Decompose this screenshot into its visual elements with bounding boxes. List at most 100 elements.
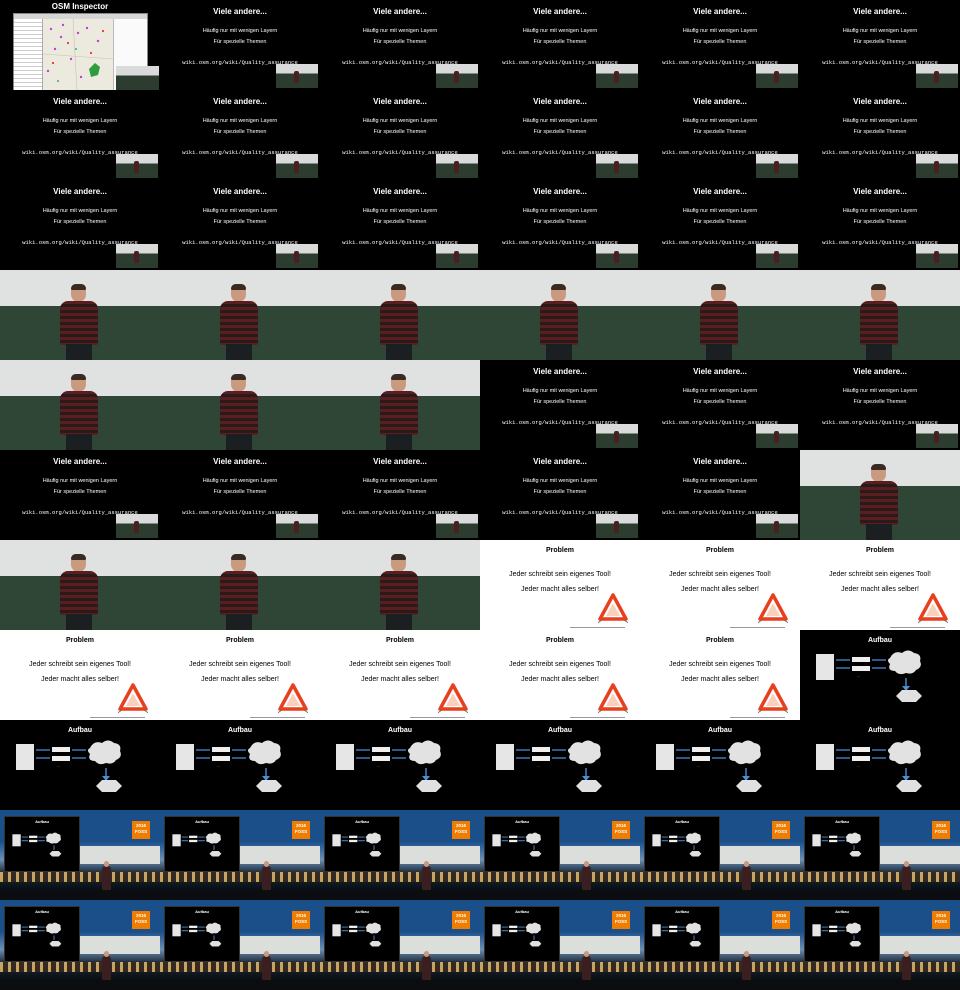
slide-text-line: Häufig nur mit wenigen Layern (842, 28, 918, 34)
thumbnail-speaker-camera[interactable] (160, 540, 320, 630)
thumbnail-viele-andere[interactable]: Viele andere... Häufig nur mit wenigen L… (160, 450, 320, 540)
speaker-video-inset (436, 154, 478, 178)
thumbnail-speaker-camera[interactable] (640, 270, 800, 360)
thumbnail-viele-andere[interactable]: Viele andere... Häufig nur mit wenigen L… (640, 90, 800, 180)
thumbnail-viele-andere[interactable]: Viele andere... Häufig nur mit wenigen L… (480, 90, 640, 180)
thumbnail-venue-stage[interactable]: Aufbau 2016 FOSS (800, 900, 960, 990)
thumbnail-viele-andere[interactable]: Viele andere... Häufig nur mit wenigen L… (320, 0, 480, 90)
slide-text-line: Für spezielle Themen (533, 219, 587, 225)
thumbnail-speaker-camera[interactable] (0, 540, 160, 630)
projected-slide: Aufbau (804, 906, 880, 962)
speaker (262, 861, 271, 890)
thumbnail-viele-andere[interactable]: Viele andere... Häufig nur mit wenigen L… (480, 360, 640, 450)
speaker-video-inset (596, 424, 638, 448)
speaker (102, 861, 111, 890)
slide-text-line: Für spezielle Themen (853, 399, 907, 405)
slide-text-line: Häufig nur mit wenigen Layern (682, 208, 758, 214)
thumbnail-viele-andere[interactable]: Viele andere... Häufig nur mit wenigen L… (640, 0, 800, 90)
fossgis-logo: 2016 FOSS (292, 821, 310, 839)
thumbnail-venue-stage[interactable]: Aufbau 2016 FOSS (640, 900, 800, 990)
slide-text-line: Für spezielle Themen (853, 129, 907, 135)
thumbnail-viele-andere[interactable]: Viele andere... Häufig nur mit wenigen L… (160, 0, 320, 90)
speaker-video-inset (116, 514, 158, 538)
thumbnail-venue-stage[interactable]: Aufbau 2016 FOSS (0, 900, 160, 990)
thumbnail-problem[interactable]: Problem Jeder schreibt sein eigenes Tool… (0, 630, 160, 720)
thumbnail-viele-andere[interactable]: Viele andere... Häufig nur mit wenigen L… (800, 360, 960, 450)
thumbnail-viele-andere[interactable]: Viele andere... Häufig nur mit wenigen L… (480, 180, 640, 270)
speaker-video-inset (276, 64, 318, 88)
slide-text-line: Für spezielle Themen (213, 219, 267, 225)
thumbnail-venue-stage[interactable]: Aufbau 2016 FOSS (800, 810, 960, 900)
thumbnail-viele-andere[interactable]: Viele andere... Häufig nur mit wenigen L… (800, 180, 960, 270)
thumbnail-aufbau[interactable]: Aufbau ... (480, 720, 640, 810)
speaker (858, 284, 900, 360)
thumbnail-problem[interactable]: Problem Jeder schreibt sein eigenes Tool… (640, 540, 800, 630)
thumbnail-viele-andere[interactable]: Viele andere... Häufig nur mit wenigen L… (800, 90, 960, 180)
speaker-video-inset (756, 244, 798, 268)
thumbnail-speaker-camera[interactable] (480, 270, 640, 360)
thumbnail-speaker-camera[interactable] (320, 540, 480, 630)
slide-text-line: Für spezielle Themen (53, 489, 107, 495)
thumbnail-venue-stage[interactable]: Aufbau 2016 FOSS (160, 900, 320, 990)
thumbnail-speaker-camera[interactable] (160, 270, 320, 360)
thumbnail-problem[interactable]: Problem Jeder schreibt sein eigenes Tool… (480, 630, 640, 720)
slide-text-line: Häufig nur mit wenigen Layern (842, 208, 918, 214)
thumbnail-venue-stage[interactable]: Aufbau 2016 FOSS (320, 900, 480, 990)
thumbnail-viele-andere[interactable]: Viele andere... Häufig nur mit wenigen L… (800, 0, 960, 90)
slide-title: Viele andere... (693, 187, 747, 196)
thumbnail-viele-andere[interactable]: Viele andere... Häufig nur mit wenigen L… (0, 90, 160, 180)
thumbnail-viele-andere[interactable]: Viele andere... Häufig nur mit wenigen L… (480, 450, 640, 540)
thumbnail-viele-andere[interactable]: Viele andere... Häufig nur mit wenigen L… (320, 90, 480, 180)
thumbnail-speaker-camera[interactable] (800, 450, 960, 540)
thumbnail-viele-andere[interactable]: Viele andere... Häufig nur mit wenigen L… (640, 450, 800, 540)
thumbnail-problem[interactable]: Problem Jeder schreibt sein eigenes Tool… (320, 630, 480, 720)
slide-text-line: Häufig nur mit wenigen Layern (362, 208, 438, 214)
thumbnail-problem[interactable]: Problem Jeder schreibt sein eigenes Tool… (640, 630, 800, 720)
thumbnail-speaker-camera[interactable] (160, 360, 320, 450)
thumbnail-aufbau[interactable]: Aufbau ... (320, 720, 480, 810)
thumbnail-viele-andere[interactable]: Viele andere... Häufig nur mit wenigen L… (320, 180, 480, 270)
thumbnail-venue-stage[interactable]: Aufbau 2016 FOSS (320, 810, 480, 900)
speaker-video-inset (436, 514, 478, 538)
fossgis-logo: 2016 FOSS (772, 821, 790, 839)
thumbnail-aufbau[interactable]: Aufbau ... (800, 630, 960, 720)
thumbnail-venue-stage[interactable]: Aufbau 2016 FOSS (480, 810, 640, 900)
thumbnail-venue-stage[interactable]: Aufbau 2016 FOSS (0, 810, 160, 900)
thumbnail-problem[interactable]: Problem Jeder schreibt sein eigenes Tool… (480, 540, 640, 630)
slide-text-line: Häufig nur mit wenigen Layern (682, 118, 758, 124)
thumbnail-problem[interactable]: Problem Jeder schreibt sein eigenes Tool… (800, 540, 960, 630)
thumbnail-aufbau[interactable]: Aufbau ... (0, 720, 160, 810)
fossgis-logo: 2016 FOSS (612, 821, 630, 839)
speaker-video-inset (596, 64, 638, 88)
thumbnail-venue-stage[interactable]: Aufbau 2016 FOSS (480, 900, 640, 990)
thumbnail-viele-andere[interactable]: Viele andere... Häufig nur mit wenigen L… (640, 180, 800, 270)
architecture-diagram: ... (816, 650, 922, 702)
thumbnail-viele-andere[interactable]: Viele andere... Häufig nur mit wenigen L… (0, 180, 160, 270)
thumbnail-problem[interactable]: Problem Jeder schreibt sein eigenes Tool… (160, 630, 320, 720)
slide-title: Problem (705, 547, 734, 554)
footer-line (730, 627, 785, 628)
thumbnail-aufbau[interactable]: Aufbau ... (640, 720, 800, 810)
thumbnail-aufbau[interactable]: Aufbau ... (800, 720, 960, 810)
thumbnail-viele-andere[interactable]: Viele andere... Häufig nur mit wenigen L… (160, 180, 320, 270)
slide-text-line: Jeder schreibt sein eigenes Tool! (829, 571, 931, 578)
slide-text-line: Jeder schreibt sein eigenes Tool! (669, 571, 771, 578)
slide-text-line: Für spezielle Themen (373, 219, 427, 225)
thumbnail-viele-andere[interactable]: Viele andere... Häufig nur mit wenigen L… (0, 450, 160, 540)
thumbnail-osm-inspector[interactable]: OSM Inspector (0, 0, 160, 90)
thumbnail-viele-andere[interactable]: Viele andere... Häufig nur mit wenigen L… (640, 360, 800, 450)
thumbnail-speaker-camera[interactable] (320, 270, 480, 360)
thumbnail-venue-stage[interactable]: Aufbau 2016 FOSS (160, 810, 320, 900)
svg-text:...: ... (537, 763, 540, 768)
thumbnail-speaker-camera[interactable] (0, 360, 160, 450)
thumbnail-aufbau[interactable]: Aufbau ... (160, 720, 320, 810)
thumbnail-viele-andere[interactable]: Viele andere... Häufig nur mit wenigen L… (160, 90, 320, 180)
thumbnail-speaker-camera[interactable] (320, 360, 480, 450)
thumbnail-viele-andere[interactable]: Viele andere... Häufig nur mit wenigen L… (320, 450, 480, 540)
thumbnail-venue-stage[interactable]: Aufbau 2016 FOSS (640, 810, 800, 900)
slide-text-line: Für spezielle Themen (53, 129, 107, 135)
thumbnail-speaker-camera[interactable] (800, 270, 960, 360)
slide-text-line: Jeder schreibt sein eigenes Tool! (29, 661, 131, 668)
thumbnail-viele-andere[interactable]: Viele andere... Häufig nur mit wenigen L… (480, 0, 640, 90)
thumbnail-speaker-camera[interactable] (0, 270, 160, 360)
